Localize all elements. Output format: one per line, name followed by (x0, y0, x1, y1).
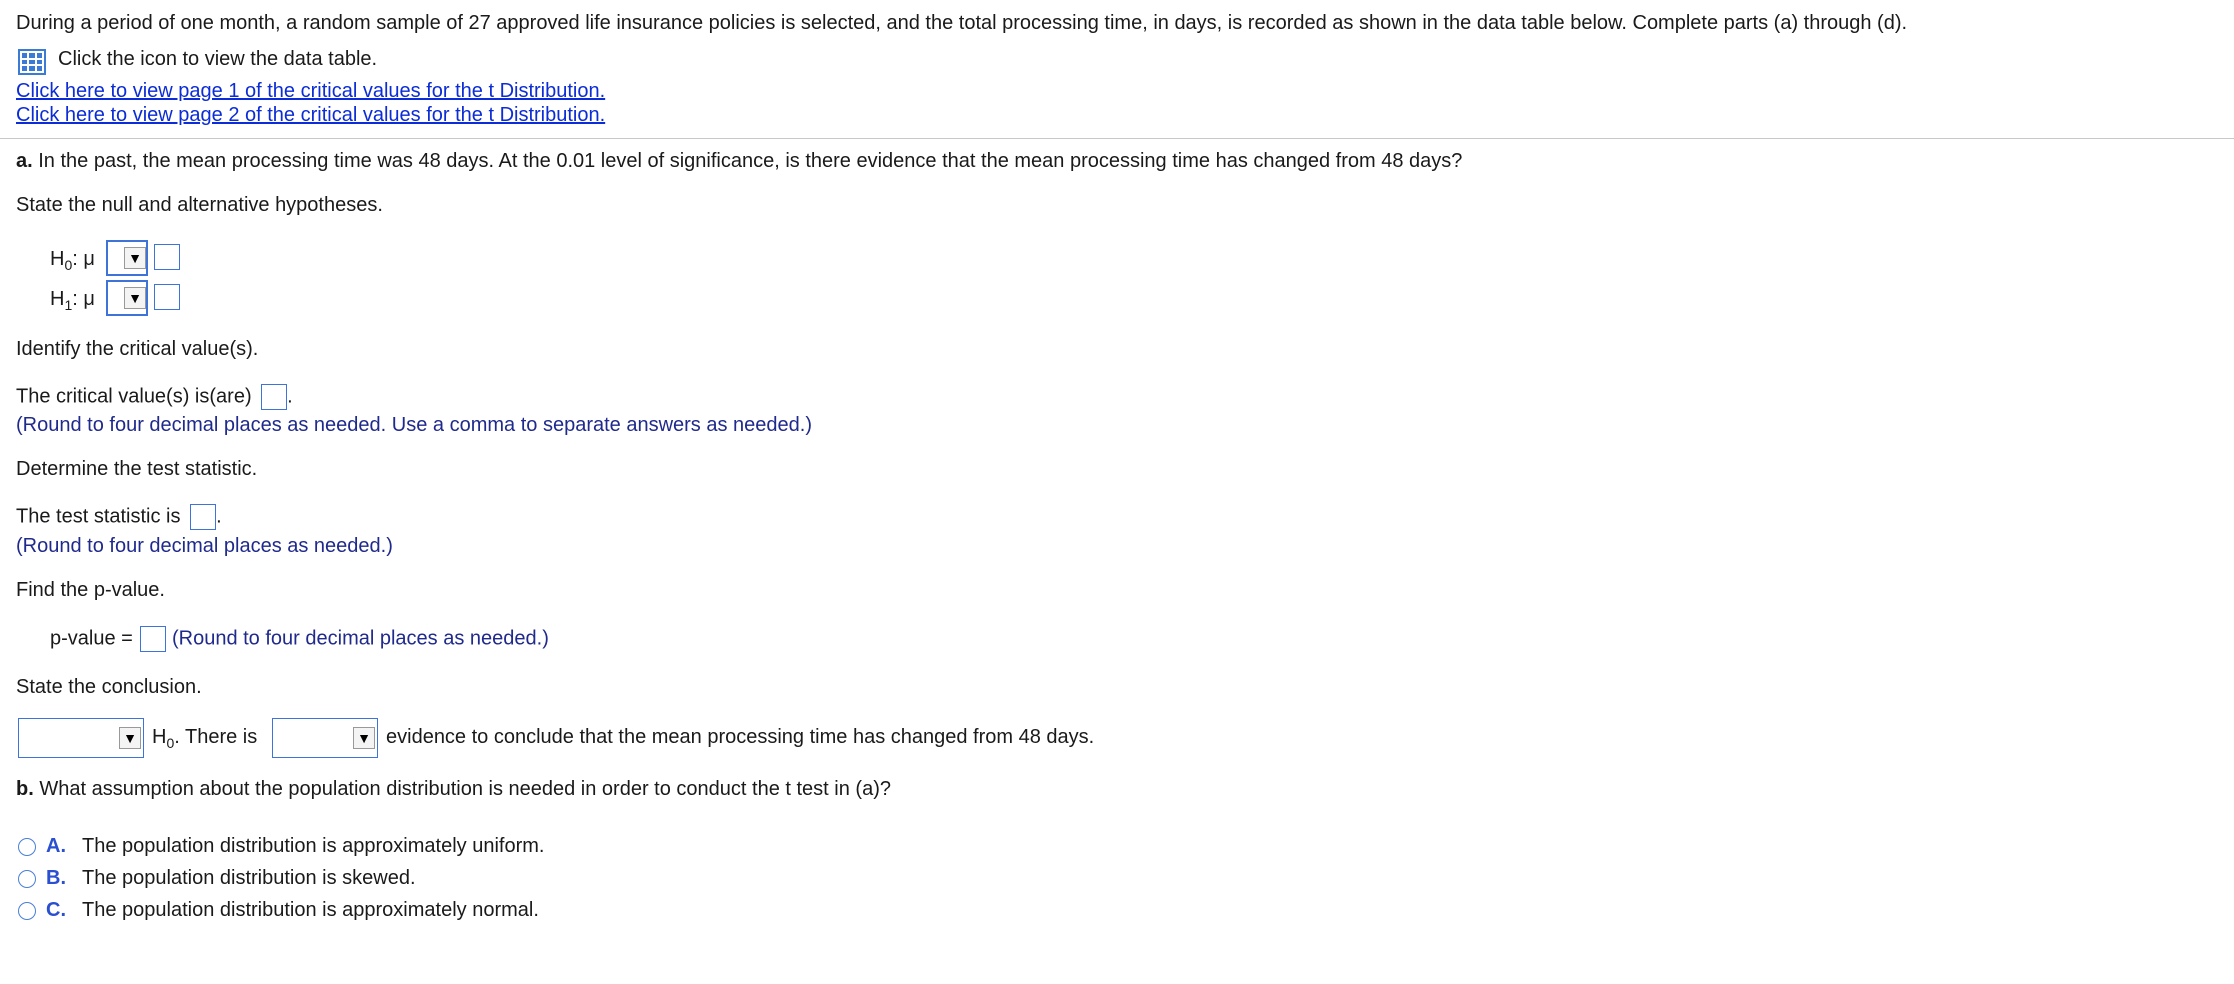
h0-label: H0: μ (50, 248, 95, 273)
h0-value-input[interactable] (154, 244, 180, 270)
evidence-dropdown[interactable]: ▼ (272, 718, 378, 758)
state-hypotheses-instruction: State the null and alternative hypothese… (16, 194, 383, 216)
find-p-instruction: Find the p-value. (16, 579, 165, 601)
p-value-note: (Round to four decimal places as needed.… (171, 627, 549, 650)
section-divider (0, 138, 2234, 139)
triangle-down-icon: ▼ (124, 247, 146, 269)
reject-decision-dropdown[interactable]: ▼ (18, 718, 144, 758)
h1-label: H1: μ (50, 288, 95, 313)
icon-instruction: Click the icon to view the data table. (58, 48, 378, 70)
critical-value-row: The critical value(s) is(are) . (16, 384, 293, 410)
conclusion-end-text: evidence to conclude that the mean proce… (386, 726, 1095, 748)
h1-value-input[interactable] (154, 284, 180, 310)
part-a-question: a. In the past, the mean processing time… (16, 150, 1462, 173)
option-a-radio[interactable] (18, 838, 36, 856)
test-statistic-row: The test statistic is . (16, 504, 222, 530)
triangle-down-icon: ▼ (353, 727, 375, 749)
option-a-text[interactable]: The population distribution is approxima… (82, 835, 544, 858)
part-a-label: a. (16, 150, 33, 172)
p-value-input[interactable] (140, 626, 167, 652)
triangle-down-icon: ▼ (119, 727, 141, 749)
h1-operator-dropdown[interactable]: ▼ (106, 280, 148, 316)
part-b-question: b. What assumption about the population … (16, 778, 891, 801)
option-c-letter: C. (46, 899, 66, 921)
data-table-icon[interactable] (18, 49, 46, 75)
part-b-label: b. (16, 778, 34, 800)
test-statistic-note: (Round to four decimal places as needed.… (16, 535, 393, 557)
critical-value-note: (Round to four decimal places as needed.… (16, 414, 812, 436)
option-b-text[interactable]: The population distribution is skewed. (82, 867, 416, 890)
conclusion-h0-text: H0. There is (152, 726, 258, 751)
t-table-page2-link[interactable]: Click here to view page 2 of the critica… (16, 104, 605, 127)
triangle-down-icon: ▼ (124, 287, 146, 309)
t-table-page1-link[interactable]: Click here to view page 1 of the critica… (16, 80, 605, 103)
part-b-text: What assumption about the population dis… (39, 778, 891, 800)
p-value-row: p-value = (Round to four decimal places … (50, 626, 549, 652)
option-c-text[interactable]: The population distribution is approxima… (82, 899, 539, 922)
determine-ts-instruction: Determine the test statistic. (16, 458, 258, 480)
option-c-radio[interactable] (18, 902, 36, 920)
identify-cv-instruction: Identify the critical value(s). (16, 338, 259, 360)
critical-value-input[interactable] (261, 384, 288, 410)
part-a-text: In the past, the mean processing time wa… (38, 150, 1463, 172)
test-statistic-input[interactable] (190, 504, 217, 530)
critical-value-label: The critical value(s) is(are) (16, 385, 252, 408)
h0-operator-dropdown[interactable]: ▼ (106, 240, 148, 276)
problem-intro: During a period of one month, a random s… (16, 12, 1908, 34)
test-statistic-label: The test statistic is (16, 505, 181, 528)
option-b-letter: B. (46, 867, 66, 889)
p-value-label: p-value = (50, 627, 133, 650)
option-a-letter: A. (46, 835, 66, 857)
option-b-radio[interactable] (18, 870, 36, 888)
state-conclusion-instruction: State the conclusion. (16, 676, 202, 698)
